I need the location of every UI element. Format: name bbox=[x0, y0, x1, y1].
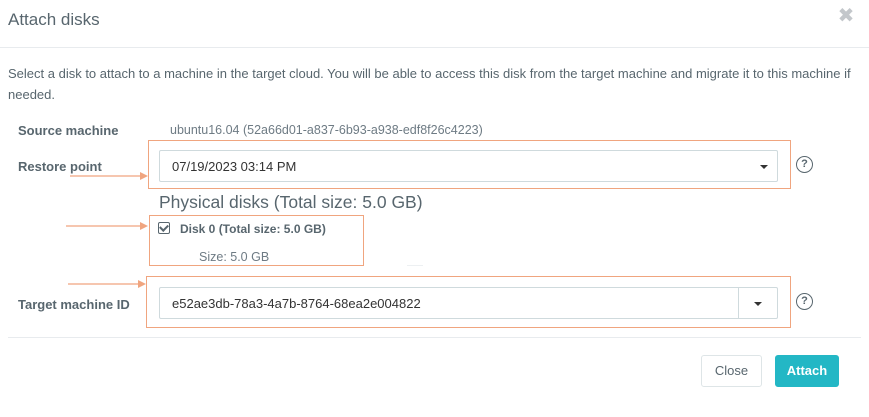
attach-button[interactable]: Attach bbox=[775, 355, 839, 387]
annotation-arrow bbox=[70, 172, 148, 180]
help-icon[interactable]: ? bbox=[796, 156, 813, 173]
restore-point-select[interactable]: 07/19/2023 03:14 PM bbox=[159, 150, 778, 182]
close-icon[interactable]: ✖ bbox=[836, 6, 856, 26]
modal-title: Attach disks bbox=[8, 10, 100, 29]
annotation-arrow bbox=[68, 280, 146, 288]
source-machine-value: ubuntu16.04 (52a66d01-a837-6b93-a938-edf… bbox=[170, 123, 483, 137]
dropdown-toggle[interactable] bbox=[738, 288, 739, 318]
restore-point-value: 07/19/2023 03:14 PM bbox=[172, 159, 297, 174]
target-machine-value: e52ae3db-78a3-4a7b-8764-68ea2e004822 bbox=[172, 296, 421, 311]
header-divider bbox=[0, 47, 869, 48]
target-machine-label: Target machine ID bbox=[18, 297, 130, 312]
footer-divider bbox=[8, 337, 861, 338]
annotation-arrow bbox=[66, 222, 148, 230]
target-machine-select[interactable]: e52ae3db-78a3-4a7b-8764-68ea2e004822 bbox=[159, 287, 778, 319]
divider bbox=[407, 265, 423, 266]
disk-checkbox[interactable] bbox=[158, 222, 170, 234]
chevron-down-icon bbox=[754, 302, 762, 306]
disk-label[interactable]: Disk 0 (Total size: 5.0 GB) bbox=[180, 222, 326, 236]
chevron-down-icon bbox=[760, 165, 768, 169]
intro-text: Select a disk to attach to a machine in … bbox=[8, 66, 851, 102]
help-icon[interactable]: ? bbox=[796, 293, 813, 310]
source-machine-label: Source machine bbox=[18, 123, 119, 138]
close-button[interactable]: Close bbox=[701, 355, 762, 387]
physical-disks-title: Physical disks (Total size: 5.0 GB) bbox=[159, 192, 423, 212]
disk-size: Size: 5.0 GB bbox=[199, 250, 270, 264]
